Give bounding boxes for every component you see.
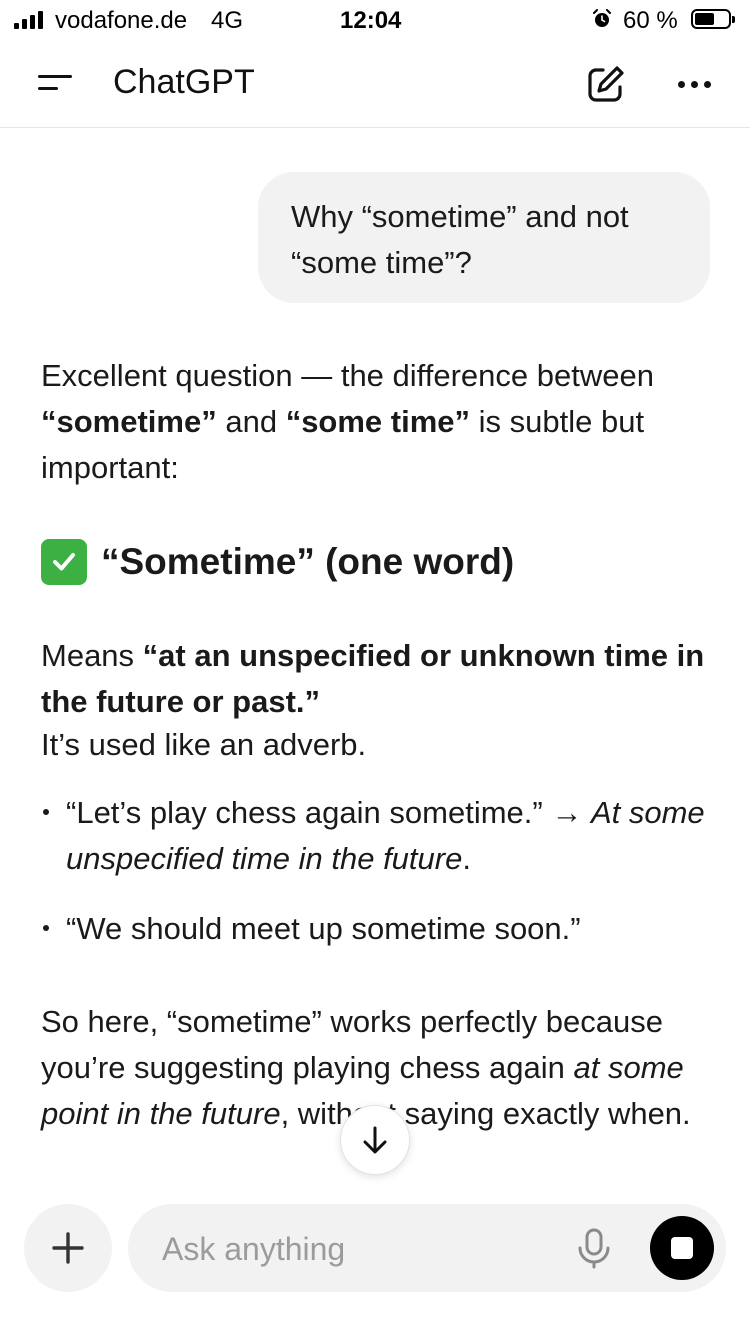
assistant-intro: Excellent question — the difference betw…	[41, 353, 721, 491]
list-item: “Let’s play chess again sometime.” → At …	[41, 790, 721, 882]
user-message-bubble: Why “sometime” and not “some time”?	[258, 172, 710, 303]
menu-icon[interactable]	[34, 64, 78, 108]
intro-term-sometime: “sometime”	[41, 404, 217, 439]
message-input[interactable]	[160, 1224, 544, 1274]
attach-button[interactable]	[24, 1204, 112, 1292]
definition-paragraph: Means “at an unspecified or unknown time…	[41, 633, 721, 725]
section-heading: “Sometime” (one word)	[41, 538, 514, 586]
definition-lead: Means	[41, 638, 143, 673]
status-bar: vodafone.de 4G 12:04 60 %	[0, 0, 750, 40]
more-icon[interactable]	[672, 64, 716, 104]
example-quote: “We should meet up sometime soon.”	[66, 911, 581, 946]
section-heading-text: “Sometime” (one word)	[101, 541, 515, 582]
message-input-container	[128, 1204, 726, 1292]
conclusion-part1: So here, “sometime” works perfectly beca…	[41, 1004, 663, 1085]
intro-term-some-time: “some time”	[285, 404, 471, 439]
stop-icon	[671, 1237, 693, 1259]
check-mark-icon	[41, 539, 87, 585]
examples-list: “Let’s play chess again sometime.” → At …	[41, 790, 721, 952]
usage-note: It’s used like an adverb.	[41, 727, 367, 762]
scroll-to-bottom-button[interactable]	[340, 1105, 410, 1175]
network-type: 4G	[211, 7, 244, 34]
user-message-text: Why “sometime” and not “some time”?	[291, 199, 629, 280]
stop-button[interactable]	[650, 1216, 714, 1280]
microphone-icon[interactable]	[574, 1227, 614, 1269]
list-item: “We should meet up sometime soon.”	[41, 906, 721, 952]
battery-fill	[695, 13, 715, 25]
carrier-name: vodafone.de	[55, 7, 188, 34]
example-quote: “Let’s play chess again sometime.” →	[66, 795, 591, 830]
arrow-down-icon	[363, 1126, 387, 1154]
battery-percentage: 60 %	[623, 7, 678, 34]
chat-screen: vodafone.de 4G 12:04 60 % ChatGPT Why “s	[0, 0, 750, 1334]
intro-mid: and	[216, 404, 286, 439]
alarm-icon	[593, 9, 611, 27]
app-header: ChatGPT	[0, 40, 750, 128]
example-end: .	[462, 841, 471, 876]
new-chat-icon[interactable]	[584, 62, 628, 106]
status-time: 12:04	[340, 7, 402, 34]
intro-lead: Excellent question — the difference betw…	[41, 358, 654, 393]
plus-icon	[52, 1232, 84, 1264]
app-title: ChatGPT	[113, 63, 255, 101]
battery-icon	[691, 9, 735, 29]
signal-icon	[14, 11, 43, 29]
